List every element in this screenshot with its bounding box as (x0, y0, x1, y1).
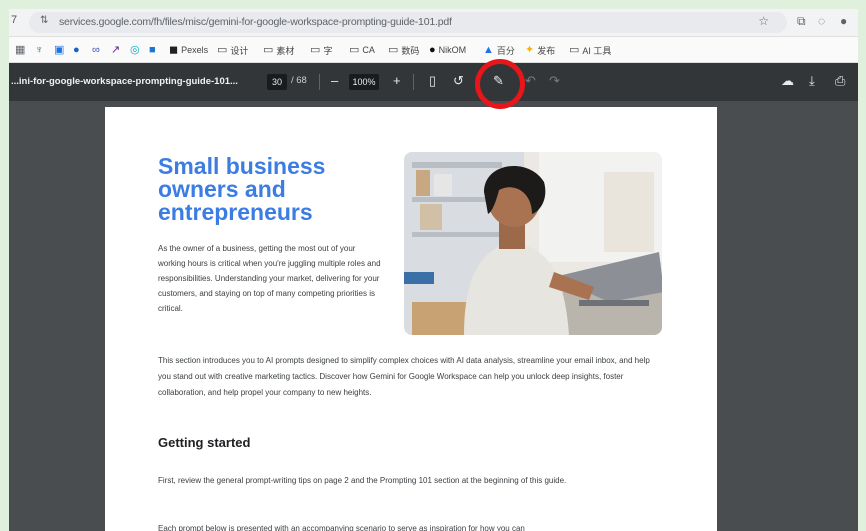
bookmark-folder-2[interactable]: ▭ 素材 (263, 43, 294, 57)
folder-icon: ▭ (388, 43, 399, 56)
bookmark-folder-5[interactable]: ▭ 数码 (388, 43, 419, 57)
bookmark-icon-3[interactable]: ● (73, 43, 80, 57)
bookmark-icon-7[interactable]: ■ (149, 43, 156, 57)
profile-icon[interactable]: ● (840, 14, 847, 28)
save-drive-icon[interactable]: ☁ (781, 73, 794, 89)
bookmark-icon-1[interactable]: ♆ (35, 43, 43, 57)
section-photo (404, 152, 662, 335)
rotate-icon[interactable]: ↺ (453, 73, 464, 89)
section-intro-paragraph: This section introduces you to AI prompt… (158, 356, 650, 397)
bookmarks-bar: ▦ ♆ ▣ ● ∞ ↗ ◎ ■ ◼ Pexels ▭ 设计 ▭ 素材 ▭ 字 ▭ CA ▭… (9, 37, 858, 63)
zoom-out-button[interactable]: – (331, 73, 338, 89)
folder-icon: ▭ (263, 43, 274, 56)
folder-icon: ▭ (310, 43, 321, 56)
tab-edge-text: 7 (11, 14, 18, 26)
download-icon[interactable]: ◌ (818, 14, 825, 28)
bookmark-folder-4[interactable]: ▭ CA (349, 43, 375, 57)
site-info-icon[interactable]: ⇅ (40, 15, 48, 26)
print-icon[interactable]: ⎙ (835, 73, 845, 89)
pdf-viewer[interactable]: Small business owners and entrepreneurs … (9, 101, 858, 531)
page-total: / 68 (291, 75, 307, 86)
page-number-input[interactable]: 30 (267, 74, 287, 90)
folder-icon: ▭ (569, 43, 580, 56)
address-bar-row: 7 ⇅ services.google.com/fh/files/misc/ge… (9, 9, 858, 37)
pdf-page: Small business owners and entrepreneurs … (105, 107, 717, 531)
browser-window: 7 ⇅ services.google.com/fh/files/misc/ge… (9, 9, 858, 531)
extension-icon[interactable]: ⧉ (797, 14, 806, 29)
next-paragraph: Each prompt below is presented with an a… (158, 524, 525, 531)
address-bar[interactable]: ⇅ services.google.com/fh/files/misc/gemi… (29, 12, 787, 33)
bookmark-icon-6[interactable]: ◎ (130, 43, 140, 57)
download-pdf-icon[interactable]: ⤓ (809, 73, 815, 89)
bookmark-app-1[interactable]: ▲ 百分 (483, 43, 515, 57)
bookmark-star-icon[interactable]: ☆ (758, 14, 769, 28)
apps-grid-icon[interactable]: ▦ (15, 43, 25, 57)
bookmark-folder-ai[interactable]: ▭ AI 工具 (569, 43, 611, 57)
app-icon: ▲ (483, 43, 494, 56)
section-title: Small business owners and entrepreneurs (158, 153, 326, 225)
fit-page-icon[interactable]: ▯ (429, 73, 436, 89)
url-text[interactable]: services.google.com/fh/files/misc/gemini… (59, 16, 452, 28)
toolbar-divider (319, 74, 320, 90)
globe-icon: ● (429, 43, 436, 56)
pexels-icon: ◼ (169, 43, 179, 56)
toolbar-divider (413, 74, 414, 90)
pdf-toolbar: ...ini-for-google-workspace-prompting-gu… (9, 63, 858, 101)
folder-icon: ▭ (217, 43, 228, 56)
document-title: ...ini-for-google-workspace-prompting-gu… (11, 76, 238, 87)
bookmark-pexels[interactable]: ◼ Pexels (169, 43, 208, 57)
folder-icon: ▭ (349, 43, 360, 56)
bookmark-folder-3[interactable]: ▭ 字 (310, 43, 332, 57)
bookmark-icon-4[interactable]: ∞ (92, 43, 100, 57)
getting-started-heading: Getting started (158, 435, 251, 450)
zoom-input[interactable]: 100% (349, 74, 379, 90)
highlight-circle-annotation (475, 59, 525, 109)
woman-laptop-illustration (404, 152, 662, 335)
getting-started-paragraph: First, review the general prompt-writing… (158, 476, 567, 485)
zoom-in-button[interactable]: + (393, 73, 401, 89)
bookmark-nikom[interactable]: ● NikOM (429, 43, 466, 57)
bookmark-folder-1[interactable]: ▭ 设计 (217, 43, 248, 57)
bookmark-icon-2[interactable]: ▣ (54, 43, 64, 57)
intro-paragraph: As the owner of a business, getting the … (158, 244, 381, 313)
undo-icon[interactable]: ↶ (525, 73, 536, 89)
bookmark-icon-5[interactable]: ↗ (111, 43, 120, 57)
app-icon: ✦ (525, 43, 535, 56)
bookmark-app-2[interactable]: ✦ 发布 (525, 43, 555, 57)
redo-icon[interactable]: ↷ (549, 73, 560, 89)
